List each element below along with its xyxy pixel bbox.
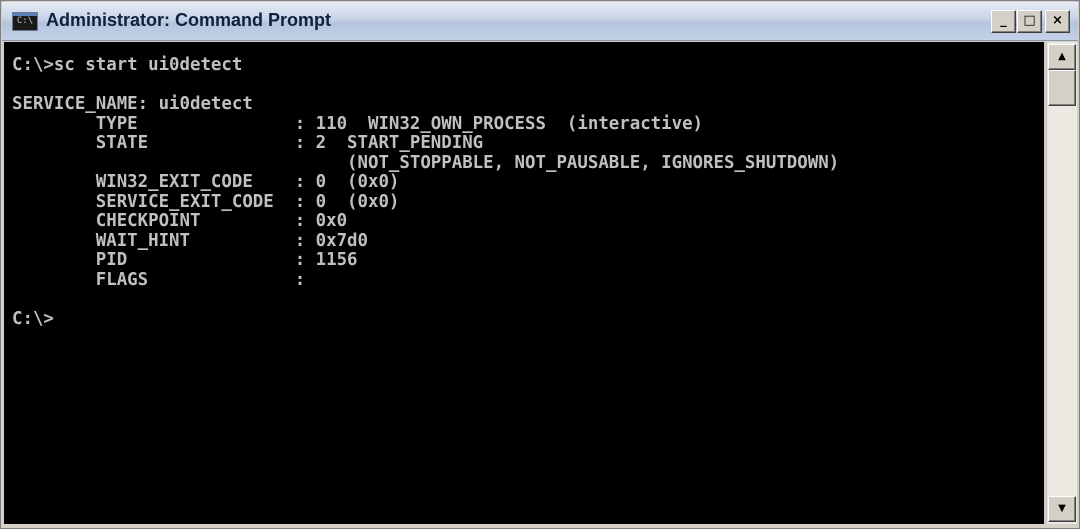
minimize-button[interactable]: _ — [991, 10, 1016, 33]
cmd-icon: C:\ — [12, 12, 38, 31]
maximize-button[interactable]: □ — [1017, 10, 1042, 33]
scroll-thumb[interactable] — [1048, 70, 1076, 106]
close-button[interactable]: × — [1045, 10, 1070, 33]
title-bar[interactable]: C:\ Administrator: Command Prompt _ □ × — [2, 2, 1078, 41]
console-output-area[interactable]: C:\>sc start ui0detect SERVICE_NAME: ui0… — [4, 42, 1044, 524]
command-prompt-window: C:\ Administrator: Command Prompt _ □ × … — [0, 0, 1080, 529]
console-text: C:\>sc start ui0detect SERVICE_NAME: ui0… — [12, 55, 840, 329]
caption-buttons: _ □ × — [990, 10, 1070, 33]
scroll-up-button[interactable]: ▲ — [1048, 44, 1076, 70]
window-title: Administrator: Command Prompt — [46, 10, 332, 30]
scroll-down-button[interactable]: ▼ — [1048, 496, 1076, 522]
vertical-scrollbar[interactable]: ▲ ▼ — [1046, 42, 1077, 524]
